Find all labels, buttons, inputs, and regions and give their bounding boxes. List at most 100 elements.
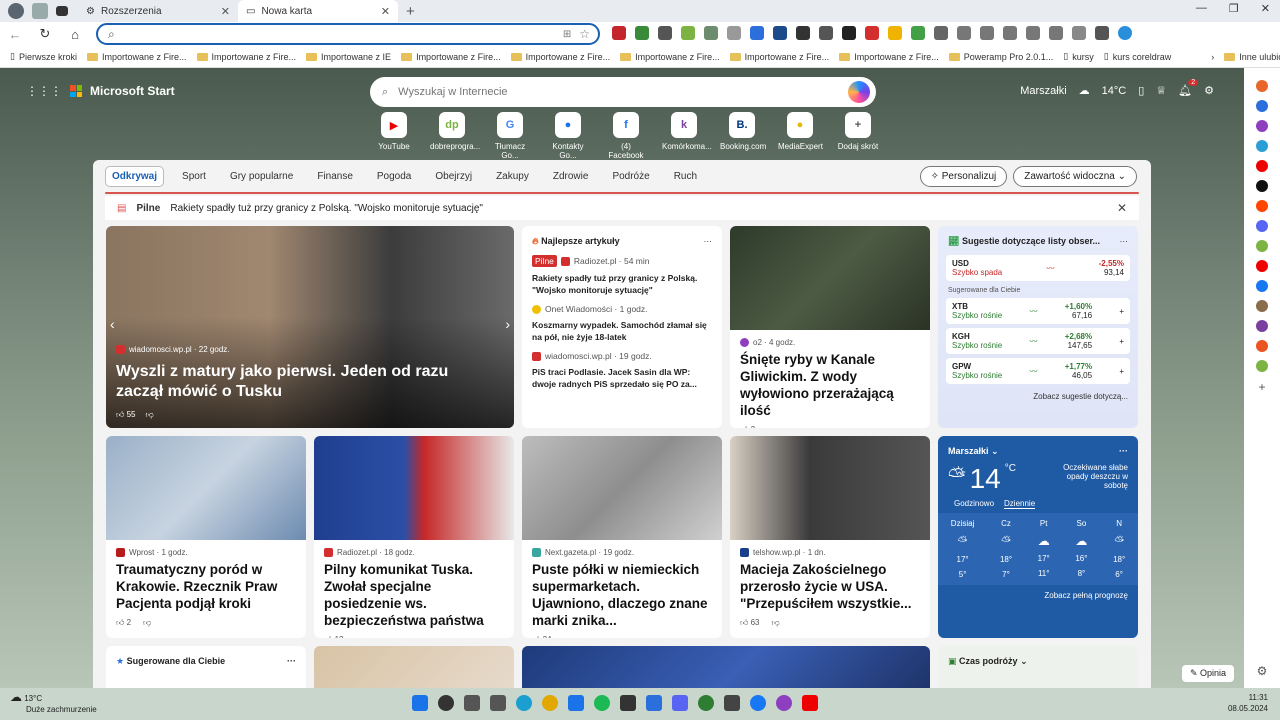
next-arrow-icon[interactable]: › [505,316,510,332]
dislike-icon[interactable]: 👎︎ [356,635,364,638]
content-visibility-dropdown[interactable]: Zawartość widoczna ⌄ [1013,166,1137,187]
windows-start-icon[interactable] [412,695,428,711]
profile-icon[interactable] [8,3,24,19]
dobreprogramy-icon[interactable] [1256,240,1268,252]
forecast-day[interactable]: N ⛅︎ 18° 6° [1113,519,1125,579]
like-icon[interactable]: 👍︎ 24 [532,635,552,638]
article-card[interactable]: telshow.wp.pl · 1 dn. Macieja Zakościeln… [730,436,930,638]
bookmark[interactable]: ▯ Pierwsze kroki [10,51,77,62]
article-card[interactable]: Radiozet.pl · 18 godz. Pilny komunikat T… [314,436,514,638]
article-card[interactable]: Wprost · 1 godz. Traumatyczny poród w Kr… [106,436,306,638]
forecast-day[interactable]: So ☁︎ 16° 8° [1075,519,1087,579]
list-item[interactable]: wiadomosci.wp.pl · 19 godz. PiS traci Po… [522,351,722,390]
bookmark[interactable]: ▯ kursy [1063,51,1093,62]
rewards-icon[interactable]: ♕ [1156,84,1166,97]
copilot-icon[interactable] [848,81,870,103]
dislike-icon[interactable]: 👎︎ [767,425,775,428]
stock-row[interactable]: XTB Szybko rośnie 〰 +1,60% 67,16 + [946,298,1130,324]
close-icon[interactable]: ✕ [1117,201,1127,215]
extension-icon[interactable] [658,26,672,40]
more-options-icon[interactable]: ··· [1120,236,1129,247]
add-watchlist-icon[interactable]: + [1119,337,1124,346]
bookmark-folder[interactable]: Importowane z Fire... [86,52,187,62]
tab-gry[interactable]: Gry popularne [224,167,299,186]
favorites-icon[interactable] [980,26,994,40]
bookmark-folder[interactable]: Importowane z IE [306,52,391,62]
article-card[interactable] [314,646,514,688]
extension-icon[interactable] [1072,26,1086,40]
weather-city[interactable]: Marszałki [948,446,989,456]
read-aloud-icon[interactable]: ⊞ [563,29,571,40]
tab-podroze[interactable]: Podróże [606,167,655,186]
app-icon[interactable] [646,695,662,711]
like-icon[interactable]: 👍︎ 55 [116,410,136,420]
feedback-button[interactable]: ✎ Opinia [1182,665,1235,682]
puzzle-icon[interactable] [934,26,948,40]
dobreprogramy-icon[interactable] [1256,360,1268,372]
add-shortcut-button[interactable]: + Dodaj skrót [836,112,880,160]
quick-link-translate[interactable]: G Tłumacz Go... [488,112,532,160]
youtube-icon[interactable] [802,695,818,711]
bookmark[interactable]: ▯ kurs coreldraw [1104,51,1171,62]
copilot-icon[interactable] [1118,26,1132,40]
url-input-box[interactable]: ⌕ ⊞ ☆ [96,23,600,45]
bookmark-folder[interactable]: Importowane z Fire... [510,52,610,62]
taskbar-weather[interactable]: ☁ 13°C Duże zachmurzenie [10,691,97,715]
stock-row[interactable]: GPW Szybko rośnie 〰 +1,77% 46,05 + [946,358,1130,384]
tab-zakupy[interactable]: Zakupy [490,167,535,186]
like-icon[interactable]: 👍︎ 2 [116,618,131,628]
quick-link-youtube[interactable]: ▶ YouTube [372,112,416,160]
web-search-box[interactable]: ⌕ [370,77,876,107]
restore-button[interactable]: ❐ [1229,2,1239,15]
komorkomania-icon[interactable] [1256,320,1268,332]
forecast-day[interactable]: Pt ☁︎ 17° 11° [1038,519,1050,579]
add-sidebar-icon[interactable]: + [1258,380,1265,394]
dislike-icon[interactable]: 👎︎ [564,635,572,638]
sidebar-settings-icon[interactable]: ⚙ [1257,664,1268,678]
hero-article-card[interactable]: ‹ › wiadomosci.wp.pl · 22 godz. Wyszli z… [106,226,514,428]
close-tab-icon[interactable]: ✕ [381,5,390,18]
home-button[interactable]: ⌂ [60,27,90,42]
tab-daily[interactable]: Dziennie [1004,499,1036,509]
edge-icon[interactable] [516,695,532,711]
chrome-icon[interactable] [542,695,558,711]
list-item[interactable]: Onet Wiadomości · 1 godz. Koszmarny wypa… [522,304,722,343]
system-tray-clock[interactable]: 11:31 08.05.2024 [1228,692,1268,714]
favorite-star-icon[interactable]: ☆ [579,27,590,41]
apps-grid-icon[interactable]: ⋮⋮⋮ [26,84,62,98]
weather-card[interactable]: Marszałki ⌄ ··· ⛅︎ 14 °C Oczekiwane słabe… [938,436,1138,638]
office-icon[interactable] [1256,120,1268,132]
prev-arrow-icon[interactable]: ‹ [110,316,115,332]
see-suggestions-link[interactable]: Zobacz sugestie dotyczą... [938,388,1138,405]
location-label[interactable]: Marszałki [1020,85,1066,97]
task-view-icon[interactable] [464,695,480,711]
minimize-button[interactable]: — [1196,2,1207,15]
more-icon[interactable] [1095,26,1109,40]
file-explorer-icon[interactable] [490,695,506,711]
bookmark-folder[interactable]: Importowane z Fire... [729,52,829,62]
toolbox-icon[interactable] [1256,80,1268,92]
bookmark-folder[interactable]: Importowane z Fire... [620,52,720,62]
article-card[interactable] [522,646,930,688]
shopping-icon[interactable] [1256,100,1268,112]
hero-title[interactable]: Wyszli z matury jako pierwsi. Jeden od r… [116,362,496,402]
extension-icon[interactable] [796,26,810,40]
add-watchlist-icon[interactable]: + [1119,367,1124,376]
tab-finanse[interactable]: Finanse [311,167,359,186]
extension-icon[interactable] [865,26,879,40]
extension-icon[interactable] [842,26,856,40]
like-icon[interactable]: 👍︎ 12 [324,635,344,638]
tab-obejrzyj[interactable]: Obejrzyj [429,167,478,186]
personalize-button[interactable]: ✧ Personalizuj [919,166,1008,187]
app-icon[interactable] [698,695,714,711]
forecast-day[interactable]: Dzisiaj ⛅︎ 17° 5° [951,519,975,579]
stock-row[interactable]: USD Szybko spada 〰 -2,55% 93,14 [946,255,1130,281]
stock-row[interactable]: KGH Szybko rośnie 〰 +2,68% 147,65 + [946,328,1130,354]
extension-icon[interactable] [727,26,741,40]
tab-odkrywaj[interactable]: Odkrywaj [105,166,165,187]
quick-link-mediaexpert[interactable]: ● MediaExpert [778,112,823,160]
workspaces-icon[interactable] [32,3,48,19]
extension-icon[interactable] [888,26,902,40]
close-tab-icon[interactable]: ✕ [221,5,230,18]
travel-time-card[interactable]: ▣ Czas podróży ⌄ [938,646,1138,688]
